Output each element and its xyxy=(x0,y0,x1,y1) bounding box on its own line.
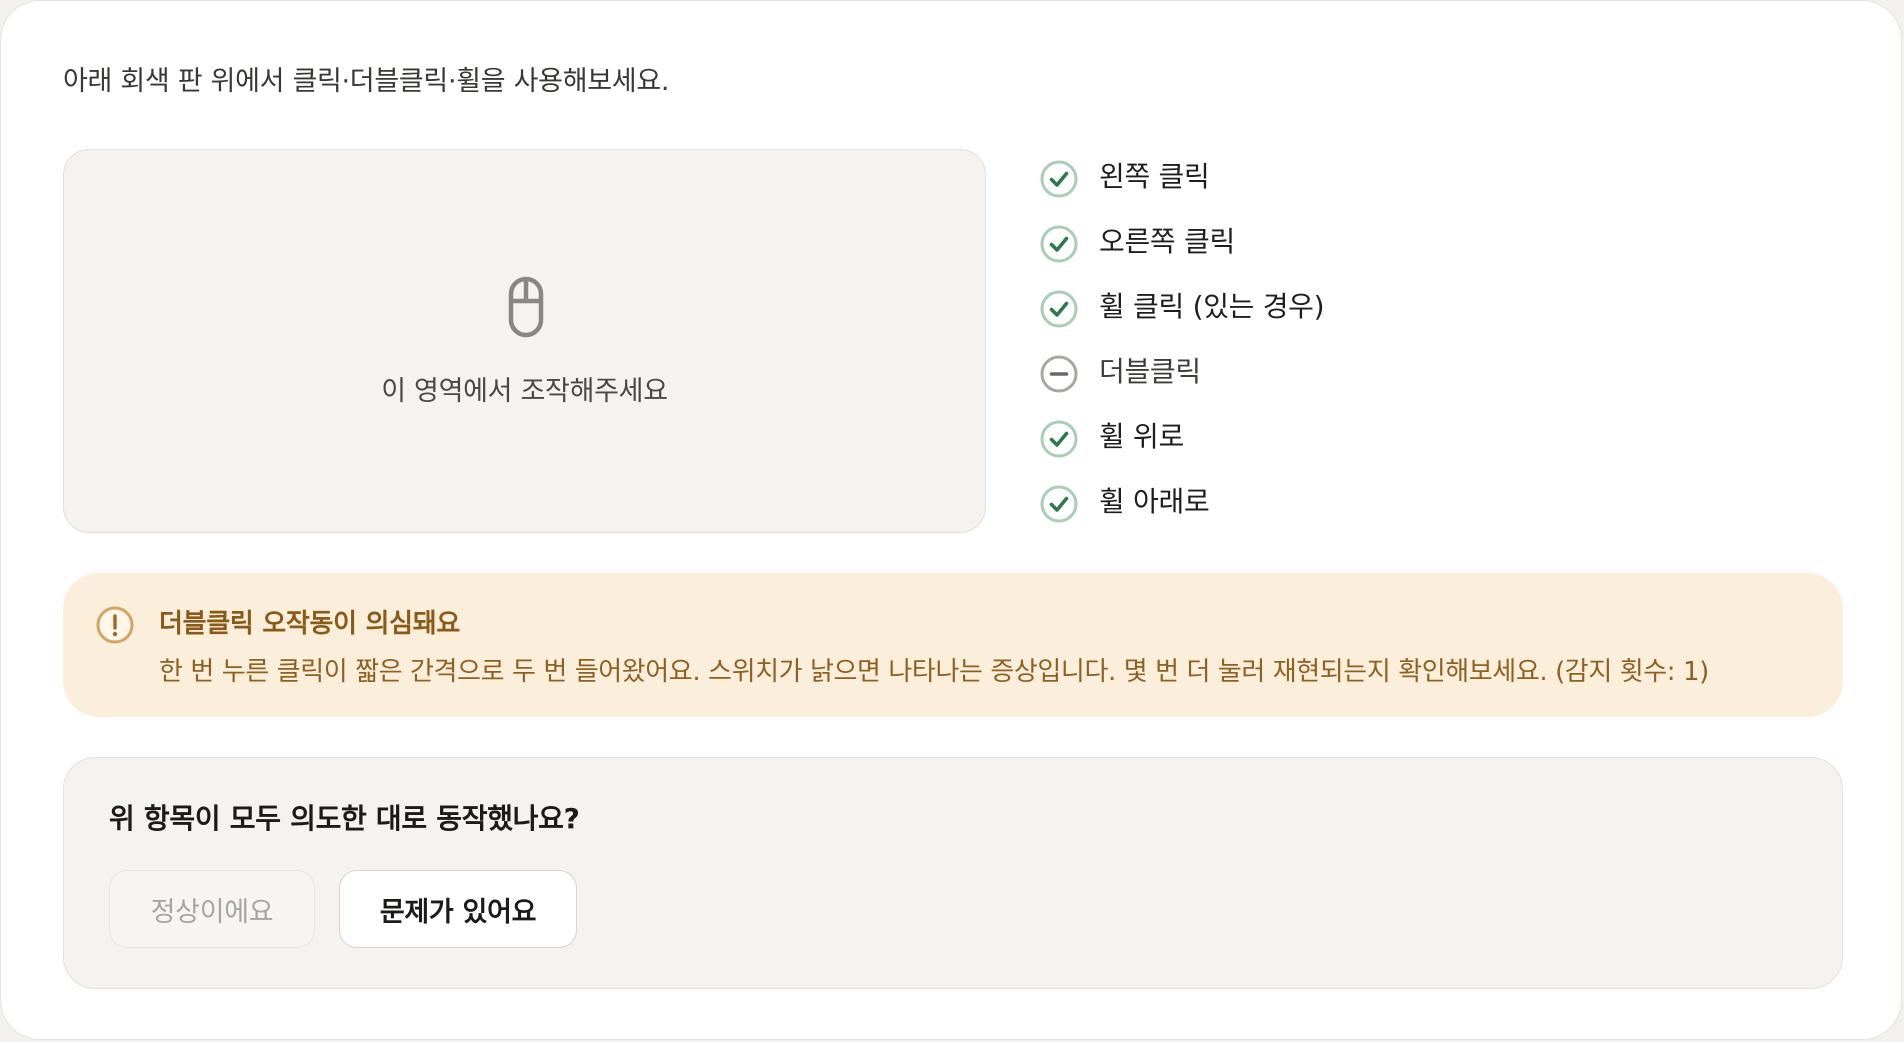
minus-circle-icon xyxy=(1040,355,1078,393)
check-circle-icon xyxy=(1040,290,1078,328)
checklist: 왼쪽 클릭 오른쪽 클릭 휠 클릭 (있는 경우) 더블클릭 휠 위로 휠 아래… xyxy=(1039,159,1325,549)
checklist-item-label: 휠 클릭 (있는 경우) xyxy=(1099,290,1325,323)
checklist-item-label: 휠 아래로 xyxy=(1099,485,1210,518)
mouse-test-pad[interactable] xyxy=(63,149,986,533)
check-circle-icon xyxy=(1040,160,1078,198)
checklist-item-label: 왼쪽 클릭 xyxy=(1099,160,1210,193)
checklist-item-wheel-up: 휠 위로 xyxy=(1039,419,1324,484)
warning-body: 한 번 누른 클릭이 짧은 간격으로 두 번 들어왔어요. 스위치가 낡으면 나… xyxy=(159,657,1709,687)
mouse-icon xyxy=(508,276,544,338)
checklist-item-wheel-down: 휠 아래로 xyxy=(1039,484,1324,549)
warning-title: 더블클릭 오작동이 의심돼요 xyxy=(159,609,460,639)
check-circle-icon xyxy=(1040,485,1078,523)
checklist-item-double-click: 더블클릭 xyxy=(1039,354,1324,419)
pad-label: 이 영역에서 조작해주세요 xyxy=(381,376,668,407)
normal-button[interactable]: 정상이에요 xyxy=(109,870,315,948)
test-card: 아래 회색 판 위에서 클릭·더블클릭·휠을 사용해보세요. 이 영역에서 조작… xyxy=(0,0,1902,1040)
check-circle-icon xyxy=(1040,225,1078,263)
problem-button[interactable]: 문제가 있어요 xyxy=(339,870,577,948)
checklist-item-wheel-click: 휠 클릭 (있는 경우) xyxy=(1039,289,1325,354)
instruction-text: 아래 회색 판 위에서 클릭·더블클릭·휠을 사용해보세요. xyxy=(63,66,670,97)
checklist-item-label: 오른쪽 클릭 xyxy=(1099,225,1235,258)
checklist-item-left-click: 왼쪽 클릭 xyxy=(1039,159,1324,224)
exclamation-circle-icon xyxy=(96,606,134,644)
confirmation-panel xyxy=(63,757,1843,989)
checklist-item-label: 휠 위로 xyxy=(1099,420,1184,453)
confirmation-question: 위 항목이 모두 의도한 대로 동작했나요? xyxy=(109,802,580,835)
checklist-item-right-click: 오른쪽 클릭 xyxy=(1039,224,1324,289)
double-click-warning xyxy=(63,573,1843,717)
checklist-item-label: 더블클릭 xyxy=(1099,355,1201,388)
check-circle-icon xyxy=(1040,420,1078,458)
